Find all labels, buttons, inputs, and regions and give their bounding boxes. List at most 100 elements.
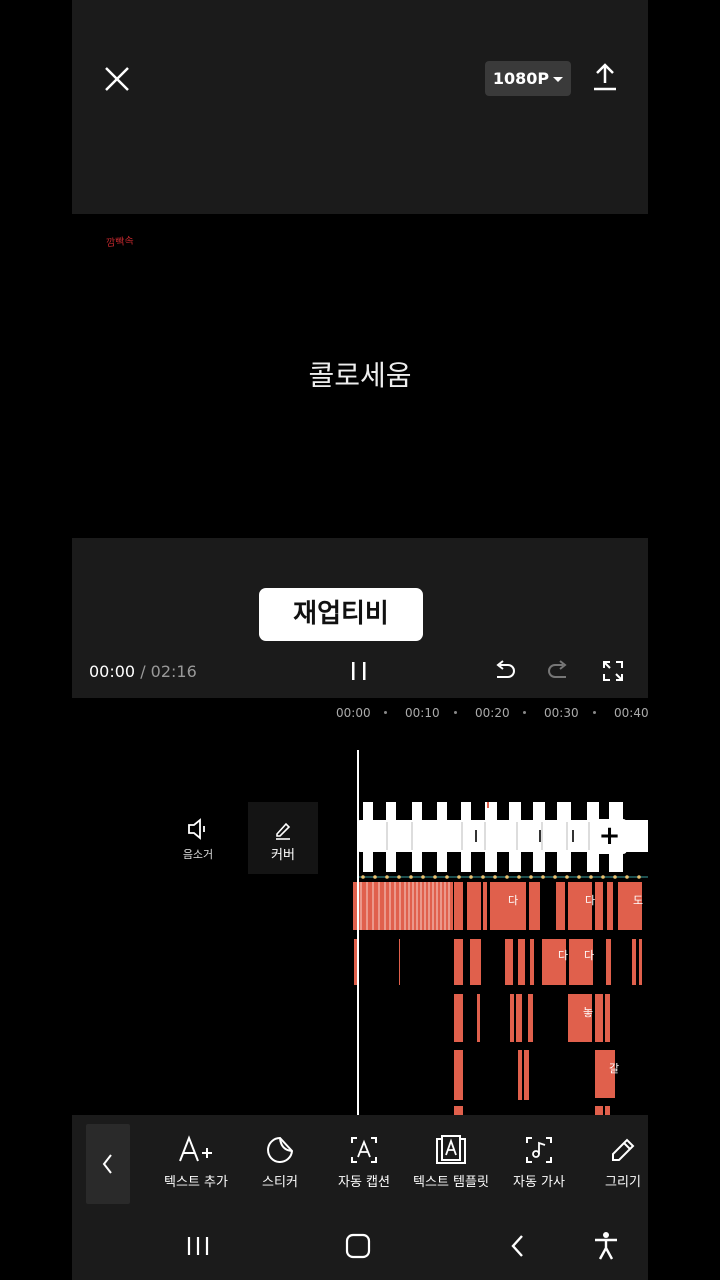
text-clip[interactable]: 갈 bbox=[595, 1050, 619, 1098]
text-clip[interactable] bbox=[454, 1050, 463, 1100]
playhead[interactable] bbox=[357, 750, 359, 1115]
keyframe-dots bbox=[357, 875, 648, 879]
draw-icon bbox=[612, 1138, 635, 1161]
text-clip[interactable] bbox=[605, 994, 610, 1042]
fullscreen-icon[interactable] bbox=[602, 660, 624, 682]
tool-sticker[interactable]: 스티커 bbox=[237, 1135, 323, 1190]
editor-panel: 재업티비 00:00 / 02:16 bbox=[72, 538, 648, 698]
corner-label: 깜빡속 bbox=[105, 235, 135, 250]
home-icon[interactable] bbox=[345, 1233, 371, 1259]
ruler-dot bbox=[384, 711, 387, 714]
text-clip[interactable] bbox=[454, 882, 463, 930]
text-clip[interactable]: 다 bbox=[542, 939, 569, 985]
text-clip[interactable] bbox=[606, 939, 611, 985]
video-preview[interactable]: 깜빡속 콜로세움 bbox=[72, 214, 648, 538]
clip-letter: 다 bbox=[558, 949, 569, 962]
ruler-dot bbox=[593, 711, 596, 714]
text-clip[interactable] bbox=[556, 882, 565, 930]
undo-icon[interactable] bbox=[492, 659, 516, 683]
tool-text-template[interactable]: 텍스트 템플릿 bbox=[408, 1135, 494, 1190]
timeline[interactable]: 00:00 00:10 00:20 00:30 00:40 음소거 커버 + 다… bbox=[72, 698, 648, 1115]
text-clip[interactable] bbox=[632, 939, 636, 985]
text-clip[interactable] bbox=[524, 1050, 529, 1100]
redo-icon[interactable] bbox=[547, 659, 571, 683]
auto-caption-icon bbox=[351, 1137, 377, 1163]
pencil-icon bbox=[276, 822, 291, 840]
text-overlay[interactable]: 재업티비 bbox=[259, 588, 423, 641]
text-clip[interactable] bbox=[454, 994, 463, 1042]
cover-label: 커버 bbox=[271, 848, 295, 863]
export-icon[interactable] bbox=[592, 62, 618, 92]
text-clip[interactable]: 다 bbox=[490, 882, 526, 930]
text-clip[interactable]: 다 bbox=[569, 939, 595, 985]
clip-letter: 놓 bbox=[583, 1006, 594, 1019]
text-clip[interactable] bbox=[595, 882, 603, 930]
text-clip[interactable] bbox=[595, 1106, 603, 1115]
ruler-tick-label: 00:00 bbox=[336, 706, 371, 720]
video-editor-app: 1080P 깜빡속 콜로세움 재업티비 00:00 / 02:16 00:00 … bbox=[72, 0, 648, 1280]
ruler-tick-label: 00:30 bbox=[544, 706, 579, 720]
clip-letter: 도 bbox=[633, 894, 644, 907]
resolution-dropdown[interactable]: 1080P bbox=[485, 61, 571, 96]
recent-apps-icon[interactable] bbox=[186, 1235, 210, 1257]
close-icon[interactable] bbox=[102, 64, 132, 94]
tool-auto-lyrics[interactable]: 자동 가사 bbox=[496, 1135, 582, 1190]
text-clip[interactable] bbox=[639, 939, 642, 985]
text-clip[interactable] bbox=[595, 994, 603, 1042]
accessibility-icon[interactable] bbox=[593, 1231, 619, 1261]
pause-icon[interactable] bbox=[349, 660, 369, 682]
text-clip[interactable]: 놓 bbox=[568, 994, 594, 1042]
text-clip[interactable] bbox=[530, 939, 534, 985]
text-clip[interactable] bbox=[454, 1106, 463, 1115]
dense-clip-group bbox=[353, 882, 453, 930]
text-clip[interactable] bbox=[467, 882, 481, 930]
back-icon[interactable] bbox=[508, 1234, 528, 1258]
text-template-icon bbox=[436, 1135, 466, 1164]
tool-label: 텍스트 템플릿 bbox=[413, 1175, 489, 1190]
ruler-dot bbox=[454, 711, 457, 714]
clip-letter: 다 bbox=[508, 894, 519, 907]
add-clip-button[interactable]: + bbox=[592, 819, 627, 854]
cover-button[interactable]: 커버 bbox=[248, 802, 318, 874]
clip-letter: 다 bbox=[585, 894, 596, 907]
text-add-icon bbox=[179, 1135, 212, 1162]
time-separator: / bbox=[135, 662, 151, 681]
time-display: 00:00 / 02:16 bbox=[89, 662, 197, 681]
text-clip[interactable] bbox=[483, 882, 487, 930]
text-clip[interactable] bbox=[470, 939, 481, 985]
text-clip[interactable]: 도 bbox=[618, 882, 644, 930]
tool-text-add[interactable]: 텍스트 추가 bbox=[153, 1135, 239, 1190]
top-bar: 1080P bbox=[72, 0, 648, 214]
clip-letter: 갈 bbox=[609, 1062, 620, 1075]
text-clip[interactable] bbox=[528, 994, 533, 1042]
tool-label: 그리기 bbox=[605, 1175, 641, 1190]
ruler-tick-label: 00:10 bbox=[405, 706, 440, 720]
text-clip[interactable] bbox=[510, 994, 514, 1042]
current-time: 00:00 bbox=[89, 662, 136, 681]
ruler-tick-label: 00:20 bbox=[475, 706, 510, 720]
tool-auto-caption[interactable]: 자동 캡션 bbox=[321, 1135, 407, 1190]
text-clip[interactable]: 다 bbox=[568, 882, 596, 930]
tool-label: 자동 캡션 bbox=[338, 1175, 390, 1190]
text-clip[interactable] bbox=[477, 994, 480, 1042]
text-clip[interactable] bbox=[518, 939, 525, 985]
text-clip[interactable] bbox=[505, 939, 513, 985]
ruler-tick-label: 00:40 bbox=[614, 706, 648, 720]
text-clip[interactable] bbox=[605, 1106, 610, 1115]
speaker-icon bbox=[188, 818, 205, 840]
sticker-icon bbox=[267, 1136, 294, 1163]
bottom-toolbar: 텍스트 추가 스티커 자동 캡션 텍스트 템플릿 자동 가사 그리기 bbox=[72, 1115, 648, 1215]
text-clip[interactable] bbox=[454, 939, 463, 985]
tool-draw[interactable]: 그리기 bbox=[580, 1135, 648, 1190]
clip-letter: 다 bbox=[584, 949, 595, 962]
toolbar-back-button[interactable] bbox=[86, 1124, 130, 1204]
text-clip[interactable] bbox=[529, 882, 540, 930]
text-clip[interactable] bbox=[607, 882, 613, 930]
text-clip[interactable] bbox=[516, 994, 522, 1042]
text-clip[interactable] bbox=[518, 1050, 522, 1100]
caret-down-icon bbox=[553, 77, 564, 82]
ruler-dot bbox=[523, 711, 526, 714]
auto-lyrics-icon bbox=[526, 1137, 552, 1163]
tool-label: 스티커 bbox=[262, 1175, 298, 1190]
mute-button[interactable]: 음소거 bbox=[172, 818, 224, 862]
